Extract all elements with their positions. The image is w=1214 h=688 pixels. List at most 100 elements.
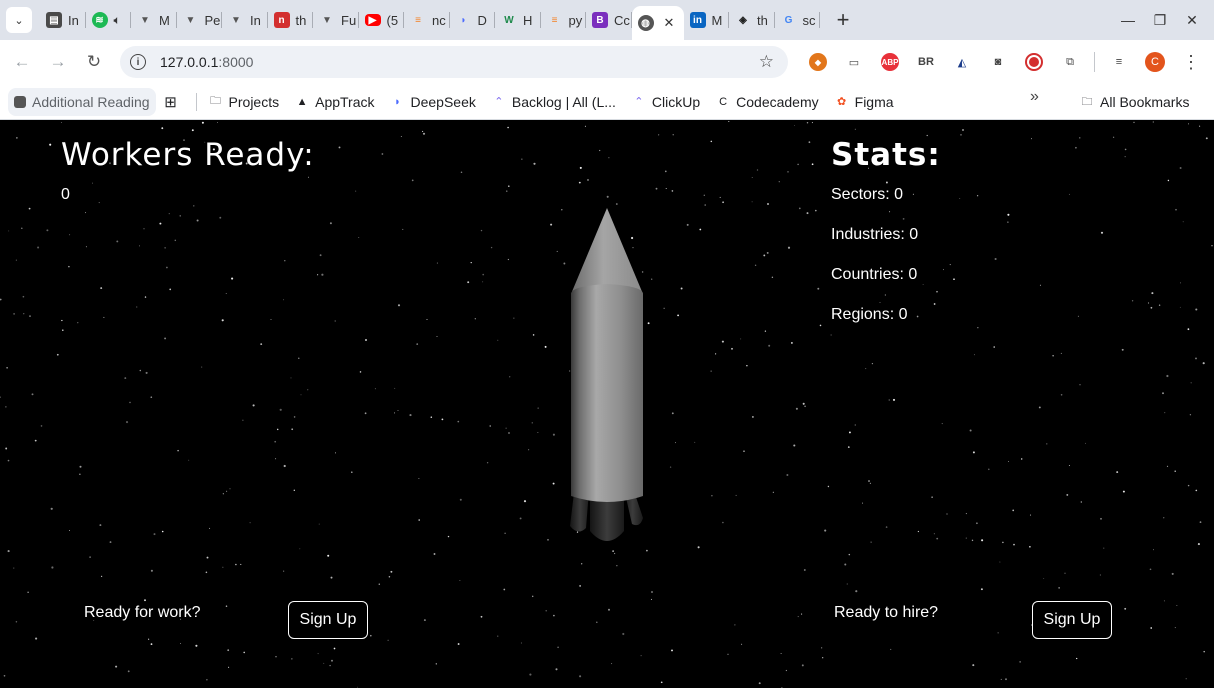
browser-tab-active[interactable]: ◍ ✕ bbox=[631, 6, 684, 40]
tab-label: Fu bbox=[341, 12, 357, 28]
browser-tab[interactable]: ▶ (5 bbox=[359, 0, 405, 40]
star bbox=[664, 170, 667, 173]
star bbox=[109, 541, 112, 544]
browser-tab[interactable]: ▤ In bbox=[40, 0, 86, 40]
browser-tab[interactable]: ≡ nc bbox=[404, 0, 450, 40]
browser-tab[interactable]: n th bbox=[268, 0, 314, 40]
back-arrow-icon[interactable]: ← bbox=[4, 46, 40, 78]
camera-icon[interactable]: ◙ bbox=[980, 50, 1016, 74]
bookmark-figma[interactable]: ✿ Figma bbox=[827, 88, 902, 116]
worker-sign-up-button[interactable]: Sign Up bbox=[288, 601, 368, 639]
employer-sign-up-button[interactable]: Sign Up bbox=[1032, 601, 1112, 639]
tab-search-chevron-icon[interactable]: ⌄ bbox=[6, 7, 32, 33]
forward-arrow-icon[interactable]: → bbox=[40, 46, 76, 78]
br-extension-icon[interactable]: BR bbox=[908, 50, 944, 74]
browser-tab[interactable]: ≡ py bbox=[541, 0, 587, 40]
bookmark-projects[interactable]: 🗀︎ Projects bbox=[201, 88, 288, 116]
bookmark-clickup[interactable]: ⌃ ClickUp bbox=[624, 88, 708, 116]
bookmark-additional-reading[interactable]: Additional Reading bbox=[8, 87, 156, 116]
star bbox=[1000, 678, 1002, 680]
apps-grid-button[interactable]: ⊞ bbox=[156, 88, 192, 116]
star bbox=[734, 624, 736, 626]
star bbox=[1187, 484, 1190, 487]
star bbox=[879, 301, 881, 303]
browser-tab[interactable]: Gsc bbox=[775, 0, 821, 40]
star bbox=[977, 327, 979, 329]
star bbox=[497, 339, 499, 341]
window-close-icon[interactable]: ✕ bbox=[1176, 12, 1208, 29]
bookmark-star-icon[interactable]: ☆ bbox=[759, 52, 774, 72]
star bbox=[206, 556, 209, 559]
browser-tab[interactable]: ◗ D bbox=[450, 0, 496, 40]
bookmark-apptrack[interactable]: ▲ AppTrack bbox=[287, 88, 382, 116]
browser-tab[interactable]: ◈ th bbox=[729, 0, 775, 40]
all-bookmarks-button[interactable]: 🗀︎ All Bookmarks bbox=[1072, 88, 1197, 116]
minimize-icon[interactable]: — bbox=[1112, 12, 1144, 28]
browser-tab[interactable]: WH bbox=[495, 0, 541, 40]
star bbox=[168, 213, 170, 215]
close-icon[interactable]: ✕ bbox=[664, 15, 675, 31]
star bbox=[144, 296, 147, 298]
star bbox=[1020, 458, 1023, 460]
codepen-icon: ◈ bbox=[739, 14, 747, 26]
browser-tab[interactable]: in M bbox=[684, 0, 730, 40]
site-info-icon[interactable]: i bbox=[130, 54, 146, 70]
browser-tab[interactable]: ≋ 🔈︎ bbox=[86, 0, 132, 40]
screenshot-extension-icon[interactable]: ▭ bbox=[836, 50, 872, 74]
browser-tab[interactable]: ▼ Pe bbox=[177, 0, 223, 40]
star bbox=[369, 634, 372, 637]
bookmark-codecademy[interactable]: C Codecademy bbox=[708, 88, 827, 116]
star bbox=[394, 412, 396, 414]
browser-tab[interactable]: B Cc bbox=[586, 0, 632, 40]
media-controls-icon[interactable]: ≡ bbox=[1101, 50, 1137, 74]
star bbox=[293, 489, 295, 491]
star bbox=[1008, 461, 1010, 463]
restore-icon[interactable]: ❐ bbox=[1144, 12, 1176, 29]
star bbox=[13, 567, 15, 569]
url-text[interactable]: 127.0.0.1:8000 bbox=[160, 54, 253, 70]
puzzle-extensions-icon[interactable]: ⧉ bbox=[1052, 50, 1088, 74]
star bbox=[1079, 137, 1081, 139]
star bbox=[976, 195, 979, 197]
bookmark-backlog[interactable]: ⌃ Backlog | All (L... bbox=[484, 88, 624, 116]
browser-tab[interactable]: ▼ In bbox=[222, 0, 268, 40]
ark-extension-icon[interactable]: ◭ bbox=[944, 50, 980, 74]
star bbox=[193, 205, 195, 207]
star bbox=[581, 563, 583, 565]
metamask-icon[interactable]: ◆ bbox=[800, 50, 836, 74]
record-icon[interactable] bbox=[1016, 50, 1052, 74]
star bbox=[323, 662, 325, 664]
star bbox=[1124, 156, 1126, 158]
star bbox=[830, 334, 832, 336]
kebab-menu-icon[interactable]: ⋮ bbox=[1173, 52, 1209, 73]
star bbox=[129, 401, 131, 404]
star bbox=[284, 260, 286, 262]
star bbox=[936, 537, 939, 540]
speaker-icon[interactable]: 🔈︎ bbox=[114, 13, 121, 28]
star bbox=[139, 245, 140, 247]
page-viewport: Workers Ready: 0 Stats: Sectors: 0 Indus… bbox=[0, 121, 1214, 688]
address-bar[interactable]: i 127.0.0.1:8000 ☆ bbox=[120, 46, 788, 78]
star bbox=[751, 176, 753, 178]
star bbox=[1150, 306, 1153, 309]
star bbox=[815, 209, 817, 212]
star bbox=[196, 219, 199, 222]
browser-tab[interactable]: ▼ Fu bbox=[313, 0, 359, 40]
star bbox=[651, 591, 653, 593]
profile-avatar[interactable]: C bbox=[1137, 50, 1173, 74]
star bbox=[547, 539, 549, 541]
star bbox=[672, 134, 674, 136]
star bbox=[1076, 657, 1078, 660]
star bbox=[694, 441, 696, 443]
star bbox=[811, 122, 813, 124]
more-bookmarks-icon[interactable]: » bbox=[1030, 88, 1039, 106]
extensions-row: ◆ ▭ ABP BR ◭ ◙ ⧉ ≡ C ⋮ bbox=[800, 40, 1209, 84]
star bbox=[671, 412, 674, 415]
bookmark-deepseek[interactable]: ◗ DeepSeek bbox=[383, 88, 484, 116]
star bbox=[1122, 490, 1125, 493]
new-tab-button[interactable]: + bbox=[828, 5, 858, 35]
adblock-icon[interactable]: ABP bbox=[872, 50, 908, 74]
reload-icon[interactable]: ↻ bbox=[76, 46, 112, 78]
star bbox=[537, 432, 539, 434]
browser-tab[interactable]: ▼ M bbox=[131, 0, 177, 40]
